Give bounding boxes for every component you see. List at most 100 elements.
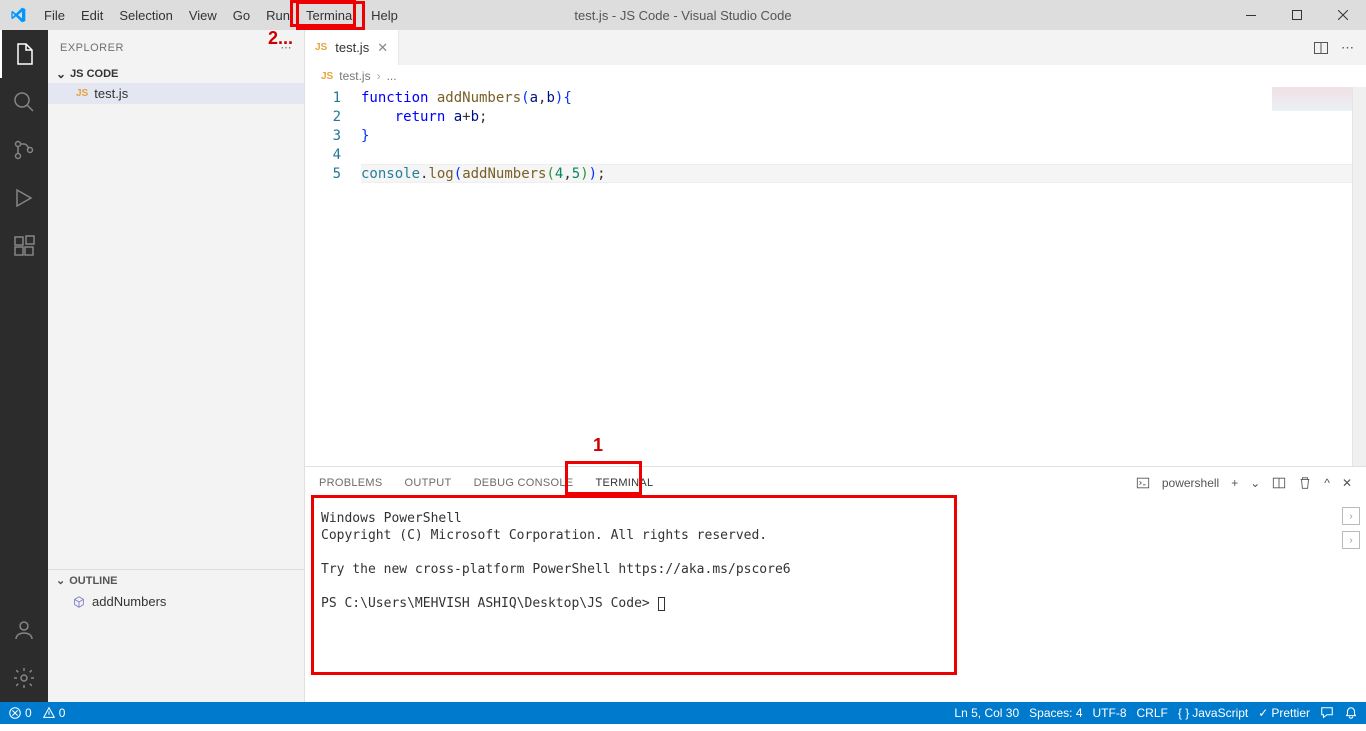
menu-terminal[interactable]: Terminal xyxy=(298,3,363,28)
terminal-dropdown-icon[interactable]: ⌄ xyxy=(1250,476,1260,490)
js-file-icon: JS xyxy=(76,88,88,99)
panel-tab-terminal[interactable]: TERMINAL xyxy=(595,469,653,498)
outline-item[interactable]: addNumbers xyxy=(48,591,304,612)
status-errors[interactable]: 0 xyxy=(8,706,32,720)
panel-tab-debug-console[interactable]: DEBUG CONSOLE xyxy=(474,469,574,498)
run-debug-icon[interactable] xyxy=(0,174,48,222)
outline-section-header[interactable]: ⌄ OUTLINE xyxy=(48,569,304,591)
editor-tab[interactable]: JS test.js ✕ xyxy=(305,30,399,65)
terminal-shell-label[interactable]: powershell xyxy=(1162,476,1219,490)
status-feedback-icon[interactable] xyxy=(1320,706,1334,720)
status-bell-icon[interactable] xyxy=(1344,706,1358,720)
split-editor-icon[interactable] xyxy=(1313,40,1329,56)
code-editor[interactable]: 12345 function addNumbers(a,b){ return a… xyxy=(305,87,1366,466)
close-panel-icon[interactable]: ✕ xyxy=(1342,476,1352,490)
menu-file[interactable]: File xyxy=(36,3,73,28)
status-errors-count: 0 xyxy=(25,706,32,720)
annotation-1: 1 xyxy=(593,435,603,456)
search-icon[interactable] xyxy=(0,78,48,126)
minimize-button[interactable] xyxy=(1228,0,1274,30)
extensions-icon[interactable] xyxy=(0,222,48,270)
menu-bar: FileEditSelectionViewGoRunTerminalHelp xyxy=(36,3,406,28)
code-line[interactable]: function addNumbers(a,b){ xyxy=(361,89,1366,108)
sidebar: EXPLORER ⋯ ⌄ JS CODE JS test.js ⌄ OUTLIN… xyxy=(48,30,305,702)
close-button[interactable] xyxy=(1320,0,1366,30)
files-icon[interactable] xyxy=(0,30,48,78)
terminal-side-icons: › › xyxy=(1336,503,1366,553)
status-prettier[interactable]: ✓ Prettier xyxy=(1258,706,1310,720)
line-number: 4 xyxy=(305,146,341,165)
maximize-button[interactable] xyxy=(1274,0,1320,30)
sidebar-file-name: test.js xyxy=(94,86,128,101)
panel-tab-output[interactable]: OUTPUT xyxy=(405,469,452,498)
sidebar-project-section[interactable]: ⌄ JS CODE xyxy=(48,65,304,83)
annotation-2: 2... xyxy=(268,28,293,49)
menu-go[interactable]: Go xyxy=(225,3,258,28)
breadcrumb-symbol: ... xyxy=(387,69,397,83)
sidebar-file-item[interactable]: JS test.js xyxy=(48,83,304,104)
titlebar: FileEditSelectionViewGoRunTerminalHelp t… xyxy=(0,0,1366,30)
terminal-instance-icon[interactable]: › xyxy=(1342,531,1360,549)
status-eol[interactable]: CRLF xyxy=(1137,706,1168,720)
window-title: test.js - JS Code - Visual Studio Code xyxy=(574,8,791,23)
tabs-bar: JS test.js ✕ ⋯ xyxy=(305,30,1366,65)
settings-icon[interactable] xyxy=(0,654,48,702)
split-terminal-icon[interactable] xyxy=(1272,476,1286,490)
activity-bar xyxy=(0,30,48,702)
tab-label: test.js xyxy=(335,40,369,55)
status-bar: 0 0 Ln 5, Col 30 Spaces: 4 UTF-8 CRLF { … xyxy=(0,702,1366,724)
line-number: 1 xyxy=(305,89,341,108)
bottom-panel: 1 PROBLEMSOUTPUTDEBUG CONSOLETERMINAL po… xyxy=(305,466,1366,702)
code-line[interactable]: console.log(addNumbers(4,5)); xyxy=(361,164,1366,183)
js-file-icon: JS xyxy=(315,42,327,53)
more-actions-icon[interactable]: ⋯ xyxy=(1341,40,1354,56)
breadcrumb-file: test.js xyxy=(339,69,370,83)
line-number: 3 xyxy=(305,127,341,146)
maximize-panel-icon[interactable]: ^ xyxy=(1324,476,1330,490)
js-file-icon: JS xyxy=(321,71,333,82)
panel-actions: powershell + ⌄ ^ ✕ xyxy=(1136,476,1352,490)
menu-view[interactable]: View xyxy=(181,3,225,28)
menu-help[interactable]: Help xyxy=(363,3,406,28)
panel-tabs: PROBLEMS OUTPUT DEBUG CONSOLE TERMINAL powe… xyxy=(305,467,1366,500)
terminal-instance-icon[interactable]: › xyxy=(1342,507,1360,525)
code-line[interactable] xyxy=(361,146,1366,165)
minimap[interactable] xyxy=(1252,87,1352,466)
status-spaces[interactable]: Spaces: 4 xyxy=(1029,706,1082,720)
outline-item-label: addNumbers xyxy=(92,594,166,609)
window-controls xyxy=(1228,0,1366,30)
code-line[interactable]: } xyxy=(361,127,1366,146)
status-ln-col[interactable]: Ln 5, Col 30 xyxy=(954,706,1019,720)
terminal-content[interactable]: Windows PowerShell Copyright (C) Microso… xyxy=(305,500,1366,702)
status-warnings-count: 0 xyxy=(59,706,66,720)
status-language[interactable]: { } JavaScript xyxy=(1178,706,1248,720)
vertical-scrollbar[interactable] xyxy=(1352,87,1366,466)
chevron-down-icon: ⌄ xyxy=(56,574,65,587)
menu-edit[interactable]: Edit xyxy=(73,3,111,28)
status-warnings[interactable]: 0 xyxy=(42,706,66,720)
breadcrumb[interactable]: JS test.js › ... xyxy=(305,65,1366,87)
line-number: 2 xyxy=(305,108,341,127)
chevron-down-icon: ⌄ xyxy=(56,67,66,81)
panel-tab-problems[interactable]: PROBLEMS xyxy=(319,469,383,498)
close-tab-icon[interactable]: ✕ xyxy=(377,40,388,56)
vscode-logo-icon xyxy=(10,7,26,23)
menu-run[interactable]: Run xyxy=(258,3,298,28)
new-terminal-icon[interactable]: + xyxy=(1231,476,1238,490)
terminal-shell-icon[interactable] xyxy=(1136,476,1150,490)
kill-terminal-icon[interactable] xyxy=(1298,476,1312,490)
line-number-gutter: 12345 xyxy=(305,87,361,466)
status-encoding[interactable]: UTF-8 xyxy=(1093,706,1127,720)
sidebar-header: EXPLORER ⋯ xyxy=(48,30,304,65)
tab-actions: ⋯ xyxy=(1313,40,1366,56)
chevron-right-icon: › xyxy=(377,69,381,83)
terminal-cursor xyxy=(658,597,665,611)
line-number: 5 xyxy=(305,165,341,184)
menu-selection[interactable]: Selection xyxy=(111,3,180,28)
sidebar-project-name: JS CODE xyxy=(70,68,118,80)
accounts-icon[interactable] xyxy=(0,606,48,654)
code-content[interactable]: function addNumbers(a,b){ return a+b;} co… xyxy=(361,87,1366,466)
code-line[interactable]: return a+b; xyxy=(361,108,1366,127)
sidebar-title: EXPLORER xyxy=(60,42,124,54)
source-control-icon[interactable] xyxy=(0,126,48,174)
